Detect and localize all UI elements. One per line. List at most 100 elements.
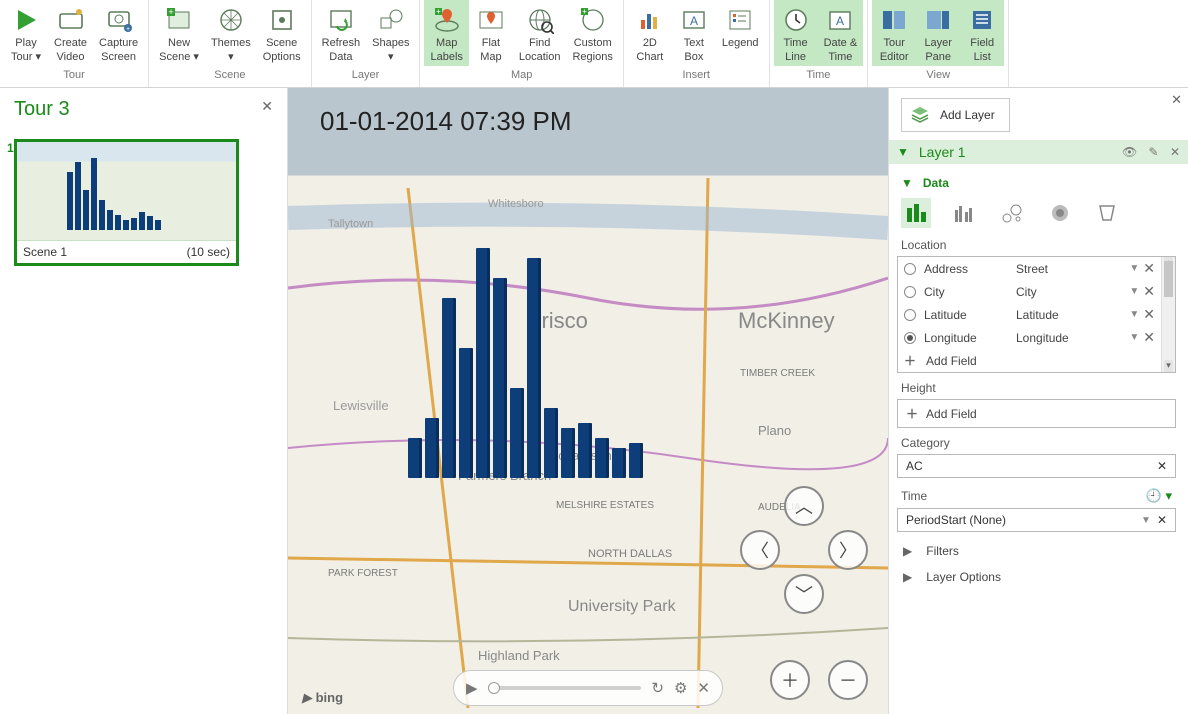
scene-thumbnail[interactable]: 1 Scene 1 (10 sec) bbox=[14, 139, 239, 266]
custom-regions-button[interactable]: +CustomRegions bbox=[566, 0, 618, 66]
find-location-button[interactable]: FindLocation bbox=[513, 0, 567, 66]
layers-icon bbox=[910, 105, 930, 125]
location-type-dropdown-icon[interactable]: ▼ bbox=[1129, 309, 1139, 320]
svg-text:A: A bbox=[836, 14, 844, 28]
ribbon-group-layer: RefreshDataShapes▾Layer bbox=[312, 0, 421, 87]
location-field-name: City bbox=[924, 285, 1016, 299]
viz-bubble[interactable] bbox=[997, 198, 1027, 228]
ribbon-group-label: Time bbox=[806, 66, 830, 83]
ribbon-group-time: TimeLineADate &TimeTime bbox=[770, 0, 869, 87]
close-playbar-button[interactable]: ✕ bbox=[697, 679, 710, 697]
themes-button[interactable]: Themes▾ bbox=[205, 0, 257, 66]
add-layer-button[interactable]: Add Layer bbox=[901, 98, 1010, 132]
shapes-button[interactable]: Shapes▾ bbox=[366, 0, 415, 66]
layer-name: Layer 1 bbox=[919, 144, 1114, 160]
svg-text:A: A bbox=[690, 14, 698, 28]
legend-button[interactable]: Legend bbox=[716, 0, 765, 66]
map-data-bars bbox=[408, 248, 643, 478]
layer-options-section[interactable]: ▶Layer Options bbox=[903, 570, 1176, 584]
location-remove-icon[interactable]: ✕ bbox=[1143, 260, 1155, 277]
location-radio[interactable] bbox=[904, 263, 916, 275]
location-type-dropdown-icon[interactable]: ▼ bbox=[1129, 286, 1139, 297]
time-line-button[interactable]: TimeLine bbox=[774, 0, 818, 66]
viz-clustered-column[interactable] bbox=[949, 198, 979, 228]
map-canvas[interactable]: 01-01-2014 07:39 PM Frisco McKinney Plan… bbox=[288, 88, 888, 714]
location-field-row[interactable]: CityCity▼✕ bbox=[898, 280, 1161, 303]
play-tour-button[interactable]: PlayTour ▾ bbox=[4, 0, 48, 66]
new-scene-icon: + bbox=[163, 4, 195, 36]
location-scrollbar[interactable]: ▴ ▾ bbox=[1161, 257, 1175, 372]
tilt-down-button[interactable]: ﹀ bbox=[784, 574, 824, 614]
scene-options-button[interactable]: SceneOptions bbox=[257, 0, 307, 66]
tilt-up-button[interactable]: ︿ bbox=[784, 486, 824, 526]
time-field[interactable]: PeriodStart (None) ▼ ✕ bbox=[897, 508, 1176, 532]
location-field-row[interactable]: LongitudeLongitude▼✕ bbox=[898, 326, 1161, 349]
create-video-icon bbox=[55, 4, 87, 36]
time-slider[interactable] bbox=[488, 686, 642, 690]
location-field-row[interactable]: LatitudeLatitude▼✕ bbox=[898, 303, 1161, 326]
collapse-layer-icon[interactable]: ▼ bbox=[897, 145, 909, 159]
time-value: PeriodStart (None) bbox=[906, 513, 1135, 527]
viz-stacked-column[interactable] bbox=[901, 198, 931, 228]
refresh-data-icon bbox=[325, 4, 357, 36]
ribbon-group-map: +MapLabelsFlatMapFindLocation+CustomRegi… bbox=[420, 0, 623, 87]
location-remove-icon[interactable]: ✕ bbox=[1143, 283, 1155, 300]
time-options-icon[interactable]: 🕘 ▾ bbox=[1146, 488, 1172, 504]
find-location-icon bbox=[524, 4, 556, 36]
tour-editor-button[interactable]: TourEditor bbox=[872, 0, 916, 66]
location-radio[interactable] bbox=[904, 309, 916, 321]
layer-delete-icon[interactable]: ✕ bbox=[1170, 145, 1180, 159]
location-radio[interactable] bbox=[904, 286, 916, 298]
capture-screen-button[interactable]: +CaptureScreen bbox=[93, 0, 144, 66]
shapes-icon bbox=[375, 4, 407, 36]
layer-header[interactable]: ▼ Layer 1 👁 ✎ ✕ bbox=[889, 140, 1188, 164]
category-field[interactable]: AC ✕ bbox=[897, 454, 1176, 478]
refresh-data-button[interactable]: RefreshData bbox=[316, 0, 367, 66]
ribbon-group-scene: +NewScene ▾Themes▾SceneOptions Scene bbox=[149, 0, 311, 87]
time-remove-icon[interactable]: ✕ bbox=[1157, 513, 1167, 527]
2d-chart-button[interactable]: 2DChart bbox=[628, 0, 672, 66]
layer-rename-icon[interactable]: ✎ bbox=[1149, 145, 1159, 159]
map-labels-icon: + bbox=[431, 4, 463, 36]
viz-heatmap[interactable] bbox=[1045, 198, 1075, 228]
rotate-right-button[interactable]: 〉 bbox=[828, 530, 868, 570]
height-add-field[interactable]: ＋Add Field bbox=[897, 399, 1176, 428]
location-field-type: Longitude bbox=[1016, 331, 1129, 345]
loop-button[interactable]: ↻ bbox=[651, 679, 664, 697]
layer-visibility-icon[interactable]: 👁 bbox=[1122, 145, 1137, 159]
text-box-button[interactable]: ATextBox bbox=[672, 0, 716, 66]
category-value: AC bbox=[906, 459, 923, 473]
rotate-left-button[interactable]: 〈 bbox=[740, 530, 780, 570]
close-tour-pane-icon[interactable]: ✕ bbox=[261, 98, 273, 115]
new-scene-button[interactable]: +NewScene ▾ bbox=[153, 0, 205, 66]
map-labels-button[interactable]: +MapLabels bbox=[424, 0, 468, 66]
ribbon-group-label: Layer bbox=[352, 66, 380, 83]
location-remove-icon[interactable]: ✕ bbox=[1143, 329, 1155, 346]
ribbon-group-label: Scene bbox=[214, 66, 245, 83]
close-layer-pane-icon[interactable]: ✕ bbox=[1171, 92, 1182, 108]
create-video-button[interactable]: CreateVideo bbox=[48, 0, 93, 66]
tour-title: Tour 3 bbox=[14, 98, 273, 121]
zoom-in-button[interactable]: ＋ bbox=[770, 660, 810, 700]
location-add-field[interactable]: ＋Add Field bbox=[898, 349, 1161, 372]
location-type-dropdown-icon[interactable]: ▼ bbox=[1129, 263, 1139, 274]
location-radio[interactable] bbox=[904, 332, 916, 344]
ribbon-group-label: Tour bbox=[63, 66, 84, 83]
location-type-dropdown-icon[interactable]: ▼ bbox=[1129, 332, 1139, 343]
flat-map-button[interactable]: FlatMap bbox=[469, 0, 513, 66]
viz-region[interactable] bbox=[1093, 198, 1123, 228]
zoom-out-button[interactable]: － bbox=[828, 660, 868, 700]
category-remove-icon[interactable]: ✕ bbox=[1157, 459, 1167, 473]
location-field-row[interactable]: AddressStreet▼✕ bbox=[898, 257, 1161, 280]
location-fields-box: AddressStreet▼✕CityCity▼✕LatitudeLatitud… bbox=[897, 256, 1176, 373]
ribbon-group-label: Map bbox=[511, 66, 532, 83]
field-list-button[interactable]: FieldList bbox=[960, 0, 1004, 66]
layer-pane-button[interactable]: LayerPane bbox=[916, 0, 960, 66]
filters-section[interactable]: ▶Filters bbox=[903, 544, 1176, 558]
date-time-button[interactable]: ADate &Time bbox=[818, 0, 864, 66]
play-button[interactable]: ▶ bbox=[466, 679, 478, 697]
location-remove-icon[interactable]: ✕ bbox=[1143, 306, 1155, 323]
data-section-header[interactable]: ▼Data bbox=[901, 176, 1176, 190]
settings-button[interactable]: ⚙ bbox=[674, 679, 687, 697]
ribbon-group-view: TourEditorLayerPaneFieldListView bbox=[868, 0, 1009, 87]
